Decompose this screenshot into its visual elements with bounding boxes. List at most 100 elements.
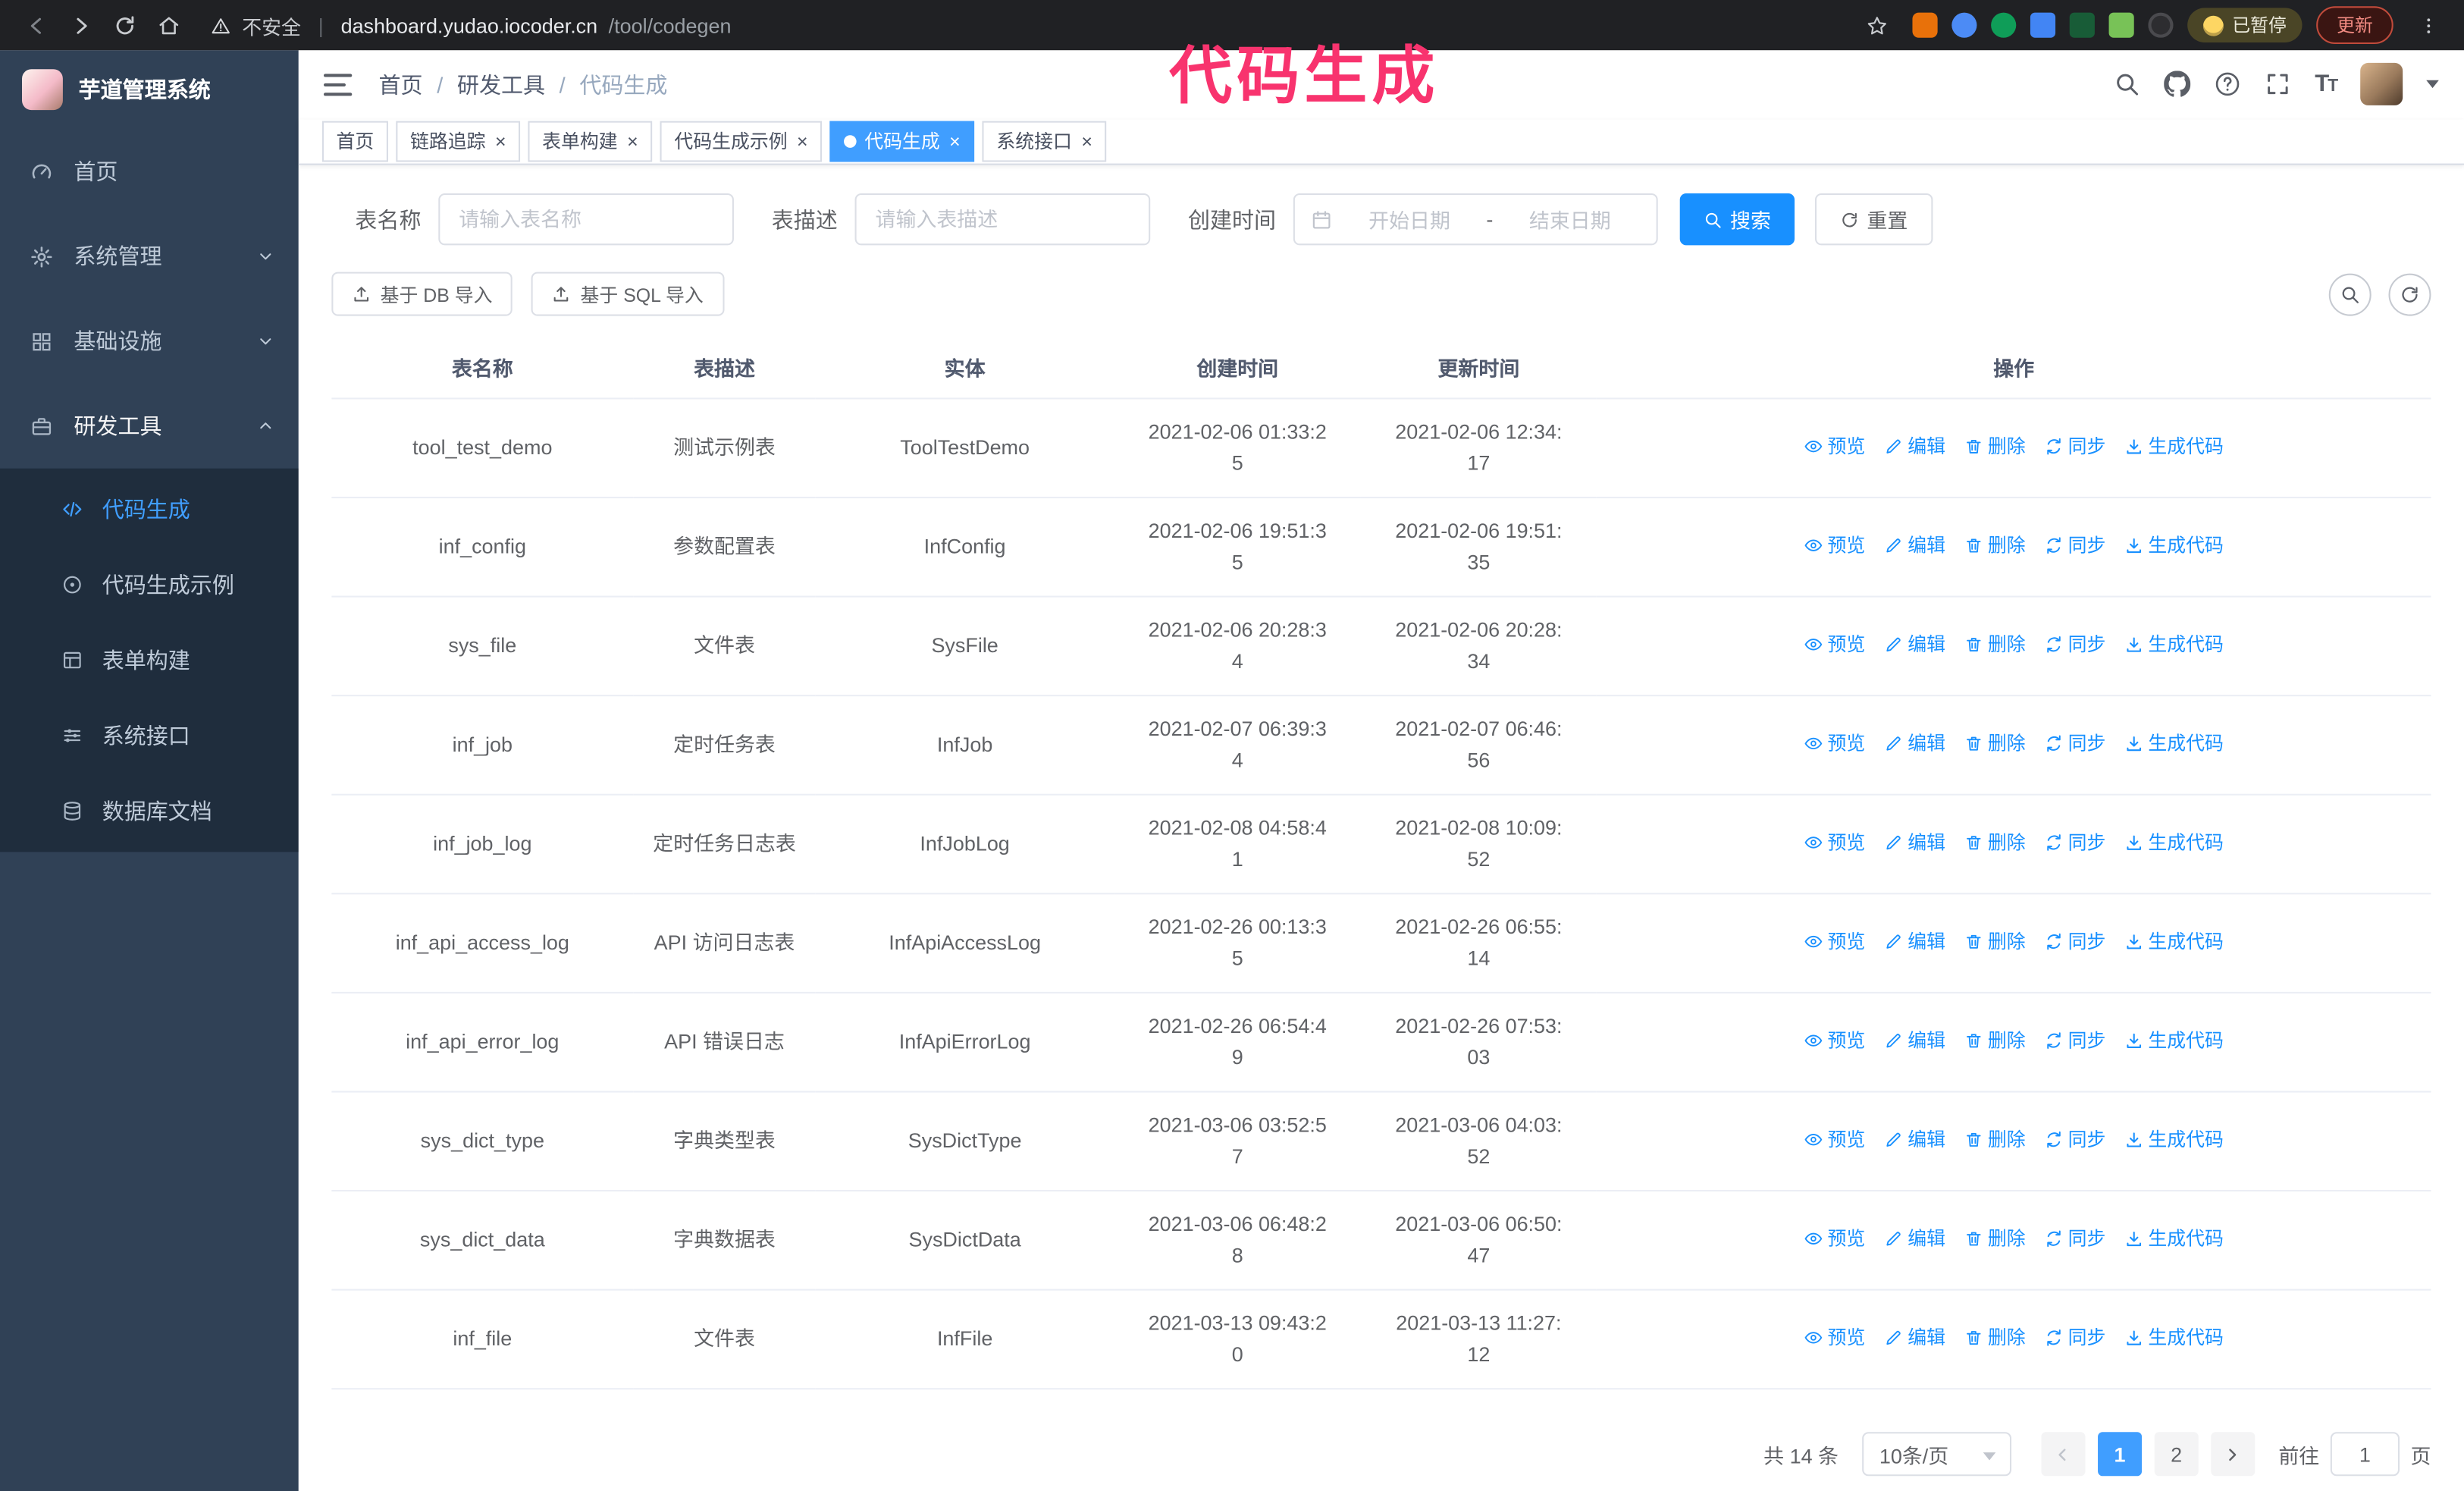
address-bar[interactable]: 不安全 | dashboard.yudao.iocoder.cn/tool/co… — [211, 10, 1854, 39]
tab-form-builder[interactable]: 表单构建 × — [528, 121, 653, 162]
preview-link[interactable]: 预览 — [1804, 827, 1865, 858]
generate-code-link[interactable]: 生成代码 — [2124, 431, 2224, 462]
sidebar-item-home[interactable]: 首页 — [0, 129, 299, 214]
user-avatar[interactable] — [2360, 63, 2403, 106]
delete-link[interactable]: 删除 — [1964, 1124, 2026, 1155]
import-db-button[interactable]: 基于 DB 导入 — [331, 272, 513, 316]
extension-icon-green-circle[interactable] — [1990, 12, 2016, 38]
delete-link[interactable]: 删除 — [1964, 827, 2026, 858]
edit-link[interactable]: 编辑 — [1884, 1025, 1945, 1056]
sidebar-item-dev-tools[interactable]: 研发工具 — [0, 384, 299, 469]
tab-close-icon[interactable]: × — [797, 132, 808, 151]
github-icon[interactable] — [2164, 71, 2190, 98]
extension-icon-blue-drop[interactable] — [1951, 12, 1977, 38]
delete-link[interactable]: 删除 — [1964, 926, 2026, 957]
edit-link[interactable]: 编辑 — [1884, 926, 1945, 957]
edit-link[interactable]: 编辑 — [1884, 1223, 1945, 1254]
font-size-icon[interactable]: TT — [2315, 71, 2338, 98]
import-sql-button[interactable]: 基于 SQL 导入 — [531, 272, 724, 316]
page-size-select[interactable]: 10条/页 — [1862, 1432, 2011, 1477]
toggle-search-button[interactable] — [2328, 272, 2372, 315]
sidebar-subitem-system-api[interactable]: 系统接口 — [0, 698, 299, 773]
sync-link[interactable]: 同步 — [2045, 1124, 2105, 1155]
sidebar-item-system-management[interactable]: 系统管理 — [0, 214, 299, 299]
edit-link[interactable]: 编辑 — [1884, 529, 1945, 560]
extension-icon-light-green[interactable] — [2108, 12, 2133, 38]
sync-link[interactable]: 同步 — [2045, 1223, 2105, 1254]
delete-link[interactable]: 删除 — [1964, 728, 2026, 759]
page-button-1[interactable]: 1 — [2097, 1432, 2143, 1477]
sidebar-subitem-form-builder[interactable]: 表单构建 — [0, 623, 299, 698]
hamburger-icon[interactable] — [323, 74, 353, 96]
generate-code-link[interactable]: 生成代码 — [2124, 529, 2224, 560]
paused-badge[interactable]: 已暂停 — [2187, 8, 2303, 42]
sync-link[interactable]: 同步 — [2045, 728, 2105, 759]
preview-link[interactable]: 预览 — [1804, 1025, 1865, 1056]
table-desc-input[interactable] — [854, 193, 1151, 246]
sync-link[interactable]: 同步 — [2045, 827, 2105, 858]
tab-codegen-example[interactable]: 代码生成示例 × — [660, 121, 823, 162]
generate-code-link[interactable]: 生成代码 — [2124, 1223, 2224, 1254]
date-range-picker[interactable]: 开始日期 - 结束日期 — [1293, 193, 1658, 246]
sync-link[interactable]: 同步 — [2045, 1322, 2105, 1353]
table-name-input[interactable] — [438, 193, 734, 246]
tab-close-icon[interactable]: × — [949, 132, 961, 151]
refresh-table-button[interactable] — [2388, 272, 2431, 315]
delete-link[interactable]: 删除 — [1964, 629, 2026, 660]
sync-link[interactable]: 同步 — [2045, 926, 2105, 957]
tab-close-icon[interactable]: × — [1081, 132, 1092, 151]
generate-code-link[interactable]: 生成代码 — [2124, 1025, 2224, 1056]
extension-icon-paw[interactable] — [2147, 12, 2173, 38]
delete-link[interactable]: 删除 — [1964, 1223, 2026, 1254]
breadcrumb-item-dev-tools[interactable]: 研发工具 — [457, 69, 545, 100]
generate-code-link[interactable]: 生成代码 — [2124, 629, 2224, 660]
search-button[interactable]: 搜索 — [1679, 193, 1795, 246]
edit-link[interactable]: 编辑 — [1884, 728, 1945, 759]
edit-link[interactable]: 编辑 — [1884, 629, 1945, 660]
browser-forward-button[interactable] — [60, 5, 101, 46]
tab-close-icon[interactable]: × — [495, 132, 506, 151]
sidebar-subitem-codegen[interactable]: 代码生成 — [0, 472, 299, 547]
help-icon[interactable] — [2215, 71, 2241, 98]
preview-link[interactable]: 预览 — [1804, 1124, 1865, 1155]
browser-update-button[interactable]: 更新 — [2316, 6, 2393, 45]
edit-link[interactable]: 编辑 — [1884, 827, 1945, 858]
sync-link[interactable]: 同步 — [2045, 431, 2105, 462]
sidebar-subitem-db-doc[interactable]: 数据库文档 — [0, 774, 299, 849]
sync-link[interactable]: 同步 — [2045, 529, 2105, 560]
delete-link[interactable]: 删除 — [1964, 529, 2026, 560]
prev-page-button[interactable] — [2041, 1432, 2086, 1477]
tab-codegen[interactable]: 代码生成 × — [829, 121, 975, 162]
tab-home[interactable]: 首页 — [321, 121, 388, 162]
preview-link[interactable]: 预览 — [1804, 1223, 1865, 1254]
extension-icon-orange[interactable] — [1911, 12, 1937, 38]
delete-link[interactable]: 删除 — [1964, 1322, 2026, 1353]
avatar-caret-icon[interactable] — [2426, 80, 2439, 89]
edit-link[interactable]: 编辑 — [1884, 1322, 1945, 1353]
tab-system-api[interactable]: 系统接口 × — [982, 121, 1107, 162]
preview-link[interactable]: 预览 — [1804, 431, 1865, 462]
edit-link[interactable]: 编辑 — [1884, 431, 1945, 462]
extension-icon-dark-green[interactable] — [2068, 12, 2094, 38]
preview-link[interactable]: 预览 — [1804, 1322, 1865, 1353]
generate-code-link[interactable]: 生成代码 — [2124, 926, 2224, 957]
header-search-icon[interactable] — [2114, 71, 2140, 98]
tab-trace[interactable]: 链路追踪 × — [396, 121, 521, 162]
sync-link[interactable]: 同步 — [2045, 1025, 2105, 1056]
preview-link[interactable]: 预览 — [1804, 529, 1865, 560]
reset-button[interactable]: 重置 — [1815, 193, 1933, 246]
bookmark-star-button[interactable] — [1857, 5, 1898, 46]
generate-code-link[interactable]: 生成代码 — [2124, 728, 2224, 759]
fullscreen-icon[interactable] — [2265, 71, 2291, 98]
next-page-button[interactable] — [2211, 1432, 2256, 1477]
generate-code-link[interactable]: 生成代码 — [2124, 1322, 2224, 1353]
goto-page-input[interactable] — [2330, 1432, 2400, 1477]
browser-reload-button[interactable] — [104, 5, 145, 46]
preview-link[interactable]: 预览 — [1804, 926, 1865, 957]
edit-link[interactable]: 编辑 — [1884, 1124, 1945, 1155]
browser-back-button[interactable] — [16, 5, 57, 46]
browser-home-button[interactable] — [148, 5, 189, 46]
generate-code-link[interactable]: 生成代码 — [2124, 1124, 2224, 1155]
tab-close-icon[interactable]: × — [627, 132, 638, 151]
page-button-2[interactable]: 2 — [2154, 1432, 2199, 1477]
